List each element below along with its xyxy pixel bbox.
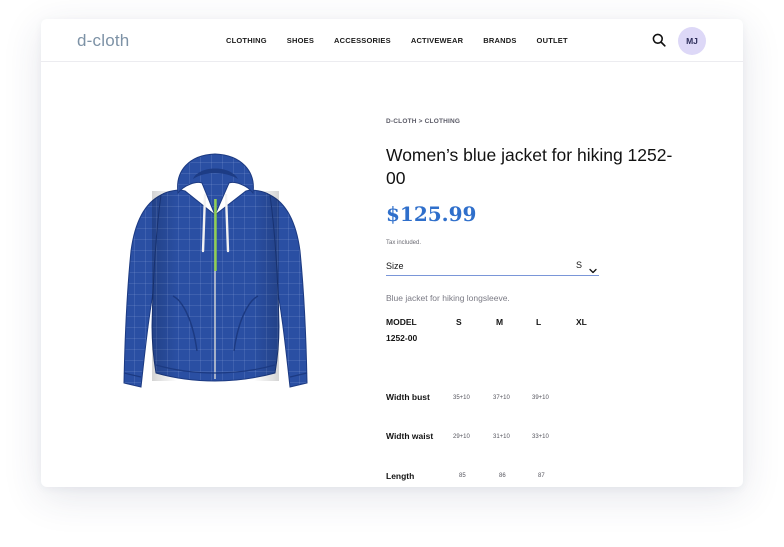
nav-clothing[interactable]: CLOTHING (226, 36, 267, 45)
main-nav: CLOTHING SHOES ACCESSORIES ACTIVEWEAR BR… (226, 36, 588, 45)
nav-shoes[interactable]: SHOES (287, 36, 314, 45)
size-select[interactable]: Size S (386, 256, 599, 276)
row-label-width-bust: Width bust (386, 392, 430, 402)
table-cell: 85 (459, 473, 466, 479)
tax-note: Tax included. (386, 240, 422, 246)
top-navigation-bar: d-cloth CLOTHING SHOES ACCESSORIES ACTIV… (41, 19, 743, 62)
product-price: $125.99 (386, 202, 477, 226)
table-cell: 86 (499, 473, 506, 479)
table-header-s: S (456, 317, 462, 327)
row-label-width-waist: Width waist (386, 431, 434, 441)
table-cell: 39+10 (532, 395, 549, 401)
breadcrumb[interactable]: D-CLOTH > CLOTHING (386, 118, 460, 125)
nav-outlet[interactable]: OUTLET (537, 36, 568, 45)
table-cell: 29+10 (453, 434, 470, 440)
model-number: 1252-00 (386, 333, 418, 343)
table-header-l: L (536, 317, 542, 327)
product-image (123, 151, 308, 393)
table-cell: 87 (538, 473, 545, 479)
product-title: Women’s blue jacket for hiking 1252-00 (386, 145, 673, 188)
table-header-m: M (496, 317, 504, 327)
search-icon[interactable] (652, 33, 666, 47)
size-chart-table: MODEL S M L XL 1252-00 Width bust 35+10 … (386, 315, 606, 481)
row-label-length: Length (386, 471, 415, 481)
product-card: d-cloth CLOTHING SHOES ACCESSORIES ACTIV… (41, 19, 743, 487)
nav-activewear[interactable]: ACTIVEWEAR (411, 36, 463, 45)
table-header-model: MODEL (386, 317, 417, 327)
product-description: Blue jacket for hiking longsleeve. (386, 293, 510, 303)
table-header-xl: XL (576, 317, 587, 327)
table-cell: 37+10 (493, 395, 510, 401)
nav-brands[interactable]: BRANDS (483, 36, 516, 45)
table-cell: 33+10 (532, 434, 549, 440)
nav-accessories[interactable]: ACCESSORIES (334, 36, 391, 45)
site-logo[interactable]: d-cloth (77, 31, 129, 51)
user-avatar[interactable]: MJ (678, 27, 706, 55)
chevron-down-icon[interactable] (589, 262, 597, 274)
table-cell: 35+10 (453, 395, 470, 401)
table-cell: 31+10 (493, 434, 510, 440)
size-select-label: Size (386, 260, 404, 271)
size-select-value: S (576, 260, 583, 270)
